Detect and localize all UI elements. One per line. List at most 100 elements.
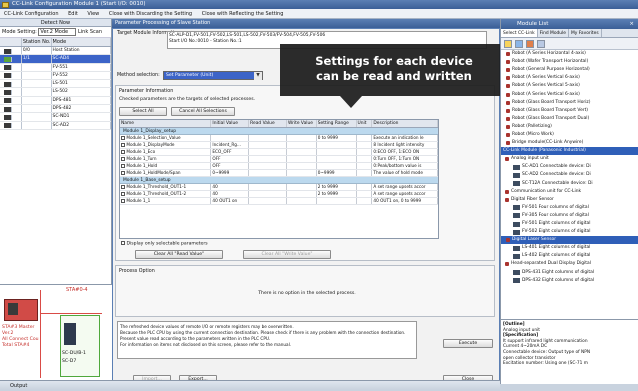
list-item[interactable]: Robot (General Purpose Horizontal)	[501, 66, 638, 74]
list-item[interactable]: CC-Link Module (Panasonic Industrial)	[501, 147, 638, 156]
list-item[interactable]: LS-402 Eight columns of digital	[501, 252, 638, 260]
row-checkbox[interactable]	[121, 192, 125, 196]
table-row[interactable]: SC-AD2	[0, 121, 111, 130]
list-item[interactable]: Robot (A Series Vertical 6-axis)	[501, 90, 638, 98]
filter-icon[interactable]	[537, 40, 545, 48]
close-icon[interactable]: ×	[629, 19, 634, 29]
list-item[interactable]: FV-305 Four columns of digital	[501, 212, 638, 220]
table-row[interactable]: LS-502	[0, 88, 111, 97]
list-item[interactable]: Head-separated Dual Display Digital	[501, 260, 638, 268]
list-item[interactable]: LS-401 Eight columns of digital	[501, 244, 638, 252]
mode-setting-select[interactable]: Ver.2 Mode	[38, 27, 77, 36]
list-item[interactable]: FV-501 Four columns of digital	[501, 204, 638, 212]
list-item[interactable]: Robot (Glass Board Transport Horiz)	[501, 99, 638, 107]
write-value-cell[interactable]	[287, 170, 317, 176]
list-item[interactable]: Communication unit for CC-Link	[501, 188, 638, 196]
read-value-cell[interactable]	[249, 191, 287, 197]
write-value-cell[interactable]	[287, 149, 317, 155]
list-item[interactable]: Robot (Palletizing)	[501, 123, 638, 131]
sort-icon[interactable]	[526, 40, 534, 48]
list-item[interactable]: SC-AD2 Connectable device: Di	[501, 171, 638, 179]
menu-close-discard[interactable]: Close with Discarding the Setting	[109, 11, 192, 17]
tab-my-favorites[interactable]: My Favorites	[569, 29, 602, 37]
read-value-cell[interactable]	[249, 198, 287, 204]
read-value-cell[interactable]	[249, 149, 287, 155]
folder-icon[interactable]	[504, 40, 512, 48]
list-item[interactable]: FV-501 Eight columns of digital	[501, 220, 638, 228]
write-value-cell[interactable]	[287, 163, 317, 169]
list-item[interactable]: SC-AD1 Connectable device: Di	[501, 163, 638, 171]
row-checkbox[interactable]	[121, 171, 125, 175]
read-value-cell[interactable]	[249, 142, 287, 148]
read-value-cell[interactable]	[249, 184, 287, 190]
row-checkbox[interactable]	[121, 136, 125, 140]
list-item[interactable]: Robot (Glass Board Transport Dual)	[501, 115, 638, 123]
write-value-cell[interactable]	[287, 184, 317, 190]
table-row[interactable]: Module 1_Turn OFF 0:Turn OFF, 1:Turn ON	[120, 156, 438, 163]
execute-button[interactable]: Execute	[443, 339, 493, 348]
detect-now-button[interactable]: Detect Now	[0, 19, 111, 27]
clear-read-value-button[interactable]: Clear All "Read Value"	[135, 250, 223, 259]
menu-close-reflect[interactable]: Close with Reflecting the Setting	[202, 11, 284, 17]
row-checkbox[interactable]	[121, 150, 125, 154]
write-value-cell[interactable]	[287, 156, 317, 162]
table-row[interactable]: Module 1_Hold OFF 0:Peak/bottom value is	[120, 163, 438, 170]
method-selection-dropdown[interactable]: Set Parameter (Unit) ▼	[163, 71, 263, 80]
list-item[interactable]: Analog input unit	[501, 155, 638, 163]
list-item[interactable]: Bridge module(CC-Link Anywire)	[501, 139, 638, 147]
table-row[interactable]: Module 1_Threshold_OUT1-2 40 2 to 9999 A se…	[120, 191, 438, 198]
chevron-down-icon[interactable]: ▼	[254, 72, 262, 80]
cancel-all-selections-button[interactable]: Cancel All Selections	[171, 107, 235, 116]
table-row[interactable]: 1/1 SC-AD4	[0, 55, 111, 64]
output-bar[interactable]: Output	[0, 380, 500, 390]
display-only-row[interactable]: Display only selectable parameters	[121, 241, 208, 247]
list-item[interactable]: Robot (Wafer Transport Horizontal)	[501, 58, 638, 66]
write-value-cell[interactable]	[287, 198, 317, 204]
list-item[interactable]: Digital Laser Sensor	[501, 236, 638, 245]
table-row[interactable]: LS-501	[0, 80, 111, 89]
row-checkbox[interactable]	[121, 185, 125, 189]
list-item[interactable]: Robot (A Series Vertical 6-axis)	[501, 74, 638, 82]
list-item[interactable]: FV-502 Eight columns of digital	[501, 228, 638, 236]
view-icon[interactable]	[515, 40, 523, 48]
table-row[interactable]: FV-551	[0, 63, 111, 72]
table-row[interactable]: Module 1_Selection_Value 0 to 9999 Execute…	[120, 135, 438, 142]
table-row[interactable]: DPS-481	[0, 96, 111, 106]
table-row[interactable]: Module 1_HoldMode/Span 0~9999 0~9999 The va…	[120, 170, 438, 177]
list-item[interactable]: DPS-431 Eight columns of digital	[501, 269, 638, 277]
parameter-group-row[interactable]: Module 1_Base_setup	[120, 177, 438, 184]
table-row[interactable]: Module 1_Threshold_OUT1-1 40 2 to 9999 A se…	[120, 184, 438, 191]
list-item[interactable]: SC-T12A Connectable device: Di	[501, 180, 638, 188]
read-value-cell[interactable]	[249, 156, 287, 162]
list-item[interactable]: Digital Fiber Sensor	[501, 196, 638, 204]
parameter-group-row[interactable]: Module 1_Display_setup	[120, 128, 438, 135]
table-row[interactable]: 0/0 Host Station	[0, 47, 111, 56]
row-checkbox[interactable]	[121, 199, 125, 203]
menu-cclink-configuration[interactable]: CC-Link Configuration	[4, 11, 59, 17]
table-row[interactable]: DPS-482	[0, 105, 111, 114]
menu-edit[interactable]: Edit	[68, 11, 78, 17]
tab-select-cclink[interactable]: Select CC-Link	[501, 29, 538, 37]
display-only-checkbox[interactable]	[121, 241, 125, 245]
read-value-cell[interactable]	[249, 135, 287, 141]
table-row[interactable]: SC-ND1	[0, 113, 111, 122]
write-value-cell[interactable]	[287, 191, 317, 197]
list-item[interactable]: Robot (A Series Vertical 5-axis)	[501, 82, 638, 90]
read-value-cell[interactable]	[249, 170, 287, 176]
menu-view[interactable]: View	[87, 11, 99, 17]
list-item[interactable]: Robot (Micro Work)	[501, 131, 638, 139]
list-item[interactable]: DPS-432 Eight columns of digital	[501, 277, 638, 285]
table-row[interactable]: Module 1_1 40 OUT1 on 40 OUT1 on, 0 to 999…	[120, 198, 438, 205]
table-row[interactable]: Module 1_DisplayMode Incident_Rg... 8 Inci…	[120, 142, 438, 149]
write-value-cell[interactable]	[287, 135, 317, 141]
row-checkbox[interactable]	[121, 143, 125, 147]
table-row[interactable]: Module 1_Eco ECO_OFF 0:ECO OFF, 1:ECO ON	[120, 149, 438, 156]
write-value-cell[interactable]	[287, 142, 317, 148]
select-all-button[interactable]: Select All	[119, 107, 167, 116]
row-checkbox[interactable]	[121, 157, 125, 161]
tab-find-module[interactable]: Find Module	[538, 29, 570, 37]
table-row[interactable]: FV-552	[0, 71, 111, 81]
clear-write-value-button[interactable]: Clear All "Write Value"	[243, 250, 331, 259]
list-item[interactable]: Robot (Glass Board Transport Vert)	[501, 107, 638, 115]
read-value-cell[interactable]	[249, 163, 287, 169]
